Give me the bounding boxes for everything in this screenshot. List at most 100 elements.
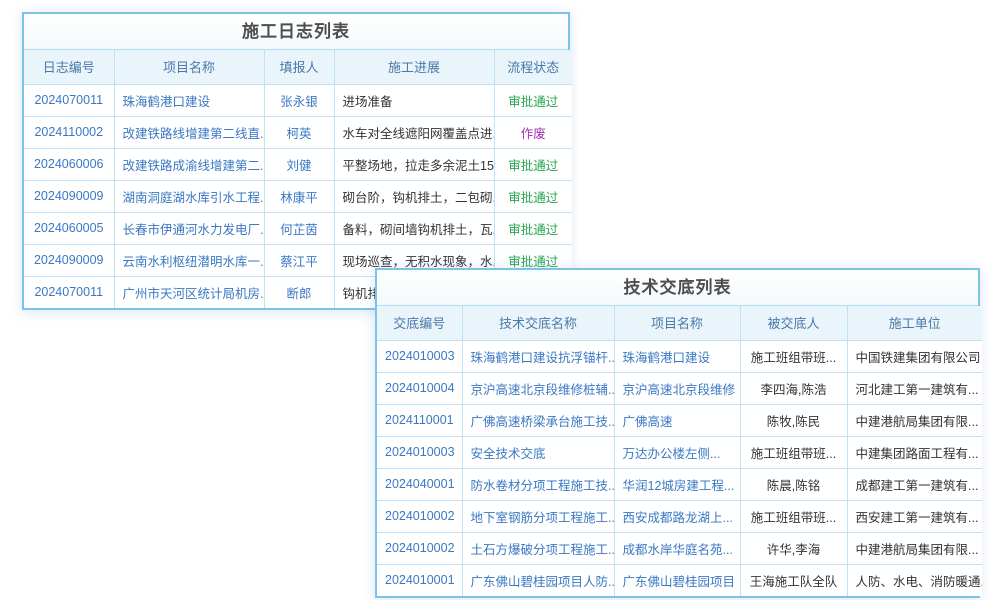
technical-disclosure-table: 交底编号 技术交底名称 项目名称 被交底人 施工单位 2024010003 珠海…: [377, 306, 982, 596]
log-col-header-status: 流程状态: [494, 50, 572, 84]
disclosure-id-cell[interactable]: 2024010003: [377, 436, 462, 468]
disclosure-project-cell[interactable]: 万达办公楼左侧...: [614, 436, 740, 468]
table-row: 2024040001 防水卷材分项工程施工技... 华润12城房建工程... 陈…: [377, 468, 982, 500]
disclosure-unit-cell: 河北建工第一建筑有...: [847, 372, 982, 404]
disclosure-col-header-unit: 施工单位: [847, 306, 982, 340]
status-badge: 作废: [494, 116, 572, 148]
disclosure-project-cell[interactable]: 珠海鹤港口建设: [614, 340, 740, 372]
disclosure-col-header-id: 交底编号: [377, 306, 462, 340]
disclosure-receiver-cell: 王海施工队全队: [740, 564, 847, 596]
disclosure-receiver-cell: 许华,李海: [740, 532, 847, 564]
disclosure-name-cell[interactable]: 安全技术交底: [462, 436, 614, 468]
disclosure-name-cell[interactable]: 地下室钢筋分项工程施工...: [462, 500, 614, 532]
disclosure-unit-cell: 人防、水电、消防暖通...: [847, 564, 982, 596]
log-project-cell[interactable]: 云南水利枢纽潜明水库一...: [114, 244, 264, 276]
disclosure-unit-cell: 中国铁建集团有限公司: [847, 340, 982, 372]
disclosure-name-cell[interactable]: 土石方爆破分项工程施工...: [462, 532, 614, 564]
disclosure-name-cell[interactable]: 广东佛山碧桂园项目人防...: [462, 564, 614, 596]
log-id-cell[interactable]: 2024090009: [24, 180, 114, 212]
table-row: 2024060005 长春市伊通河水力发电厂... 何芷茵 备料，砌间墙钩机排土…: [24, 212, 572, 244]
disclosure-unit-cell: 西安建工第一建筑有...: [847, 500, 982, 532]
disclosure-id-cell[interactable]: 2024010002: [377, 532, 462, 564]
disclosure-project-cell[interactable]: 成都水岸华庭名苑...: [614, 532, 740, 564]
disclosure-receiver-cell: 陈晨,陈铭: [740, 468, 847, 500]
disclosure-unit-cell: 成都建工第一建筑有...: [847, 468, 982, 500]
log-header-row: 日志编号 项目名称 填报人 施工进展 流程状态: [24, 50, 572, 84]
log-project-cell[interactable]: 长春市伊通河水力发电厂...: [114, 212, 264, 244]
disclosure-id-cell[interactable]: 2024040001: [377, 468, 462, 500]
log-col-header-id: 日志编号: [24, 50, 114, 84]
disclosure-col-header-receiver: 被交底人: [740, 306, 847, 340]
disclosure-receiver-cell: 陈牧,陈民: [740, 404, 847, 436]
disclosure-project-cell[interactable]: 华润12城房建工程...: [614, 468, 740, 500]
disclosure-name-cell[interactable]: 广佛高速桥梁承台施工技...: [462, 404, 614, 436]
disclosure-col-header-name: 技术交底名称: [462, 306, 614, 340]
log-reporter-cell[interactable]: 林康平: [264, 180, 334, 212]
disclosure-id-cell[interactable]: 2024010001: [377, 564, 462, 596]
log-id-cell[interactable]: 2024070011: [24, 84, 114, 116]
log-reporter-cell[interactable]: 蔡江平: [264, 244, 334, 276]
disclosure-name-cell[interactable]: 珠海鹤港口建设抗浮锚杆...: [462, 340, 614, 372]
disclosure-col-header-project: 项目名称: [614, 306, 740, 340]
log-project-cell[interactable]: 改建铁路线增建第二线直...: [114, 116, 264, 148]
disclosure-receiver-cell: 施工班组带班...: [740, 436, 847, 468]
log-panel-title: 施工日志列表: [24, 14, 568, 50]
log-id-cell[interactable]: 2024060006: [24, 148, 114, 180]
disclosure-name-cell[interactable]: 防水卷材分项工程施工技...: [462, 468, 614, 500]
table-row: 2024110001 广佛高速桥梁承台施工技... 广佛高速 陈牧,陈民 中建港…: [377, 404, 982, 436]
disclosure-id-cell[interactable]: 2024010003: [377, 340, 462, 372]
log-id-cell[interactable]: 2024090009: [24, 244, 114, 276]
table-row: 2024110002 改建铁路线增建第二线直... 柯英 水车对全线遮阳网覆盖点…: [24, 116, 572, 148]
table-row: 2024090009 湖南洞庭湖水库引水工程... 林康平 砌台阶，钩机排土，二…: [24, 180, 572, 212]
status-badge: 审批通过: [494, 84, 572, 116]
table-row: 2024070011 珠海鹤港口建设 张永银 进场准备 审批通过: [24, 84, 572, 116]
disclosure-unit-cell: 中建港航局集团有限...: [847, 532, 982, 564]
table-row: 2024010002 地下室钢筋分项工程施工... 西安成都路龙湖上... 施工…: [377, 500, 982, 532]
disclosure-id-cell[interactable]: 2024110001: [377, 404, 462, 436]
disclosure-unit-cell: 中建港航局集团有限...: [847, 404, 982, 436]
construction-log-panel: 施工日志列表 日志编号 项目名称 填报人 施工进展 流程状态 202407001…: [22, 12, 570, 310]
log-col-header-project: 项目名称: [114, 50, 264, 84]
log-reporter-cell[interactable]: 张永银: [264, 84, 334, 116]
disclosure-project-cell[interactable]: 广东佛山碧桂园项目: [614, 564, 740, 596]
disclosure-id-cell[interactable]: 2024010004: [377, 372, 462, 404]
disclosure-panel-title: 技术交底列表: [377, 270, 978, 306]
table-row: 2024060006 改建铁路成渝线增建第二... 刘健 平整场地，拉走多余泥土…: [24, 148, 572, 180]
log-reporter-cell[interactable]: 刘健: [264, 148, 334, 180]
log-progress-cell: 进场准备: [334, 84, 494, 116]
log-progress-cell: 水车对全线遮阳网覆盖点进...: [334, 116, 494, 148]
table-row: 2024010002 土石方爆破分项工程施工... 成都水岸华庭名苑... 许华…: [377, 532, 982, 564]
log-progress-cell: 砌台阶，钩机排土，二包砌...: [334, 180, 494, 212]
status-badge: 审批通过: [494, 212, 572, 244]
log-id-cell[interactable]: 2024070011: [24, 276, 114, 308]
log-project-cell[interactable]: 改建铁路成渝线增建第二...: [114, 148, 264, 180]
log-project-cell[interactable]: 珠海鹤港口建设: [114, 84, 264, 116]
disclosure-id-cell[interactable]: 2024010002: [377, 500, 462, 532]
disclosure-project-cell[interactable]: 广佛高速: [614, 404, 740, 436]
log-reporter-cell[interactable]: 何芷茵: [264, 212, 334, 244]
log-reporter-cell[interactable]: 柯英: [264, 116, 334, 148]
disclosure-unit-cell: 中建集团路面工程有...: [847, 436, 982, 468]
log-progress-cell: 平整场地，拉走多余泥土15...: [334, 148, 494, 180]
technical-disclosure-panel: 技术交底列表 交底编号 技术交底名称 项目名称 被交底人 施工单位 202401…: [375, 268, 980, 598]
status-badge: 审批通过: [494, 148, 572, 180]
log-project-cell[interactable]: 广州市天河区统计局机房...: [114, 276, 264, 308]
disclosure-project-cell[interactable]: 西安成都路龙湖上...: [614, 500, 740, 532]
table-row: 2024010004 京沪高速北京段维修桩辅... 京沪高速北京段维修 李四海,…: [377, 372, 982, 404]
status-badge: 审批通过: [494, 180, 572, 212]
disclosure-name-cell[interactable]: 京沪高速北京段维修桩辅...: [462, 372, 614, 404]
log-progress-cell: 备料，砌间墙钩机排土，瓦...: [334, 212, 494, 244]
table-row: 2024010003 珠海鹤港口建设抗浮锚杆... 珠海鹤港口建设 施工班组带班…: [377, 340, 982, 372]
table-row: 2024010001 广东佛山碧桂园项目人防... 广东佛山碧桂园项目 王海施工…: [377, 564, 982, 596]
log-col-header-progress: 施工进展: [334, 50, 494, 84]
disclosure-receiver-cell: 施工班组带班...: [740, 500, 847, 532]
log-id-cell[interactable]: 2024060005: [24, 212, 114, 244]
disclosure-project-cell[interactable]: 京沪高速北京段维修: [614, 372, 740, 404]
log-id-cell[interactable]: 2024110002: [24, 116, 114, 148]
log-project-cell[interactable]: 湖南洞庭湖水库引水工程...: [114, 180, 264, 212]
disclosure-receiver-cell: 李四海,陈浩: [740, 372, 847, 404]
log-reporter-cell[interactable]: 断郎: [264, 276, 334, 308]
disclosure-receiver-cell: 施工班组带班...: [740, 340, 847, 372]
disclosure-header-row: 交底编号 技术交底名称 项目名称 被交底人 施工单位: [377, 306, 982, 340]
log-col-header-reporter: 填报人: [264, 50, 334, 84]
